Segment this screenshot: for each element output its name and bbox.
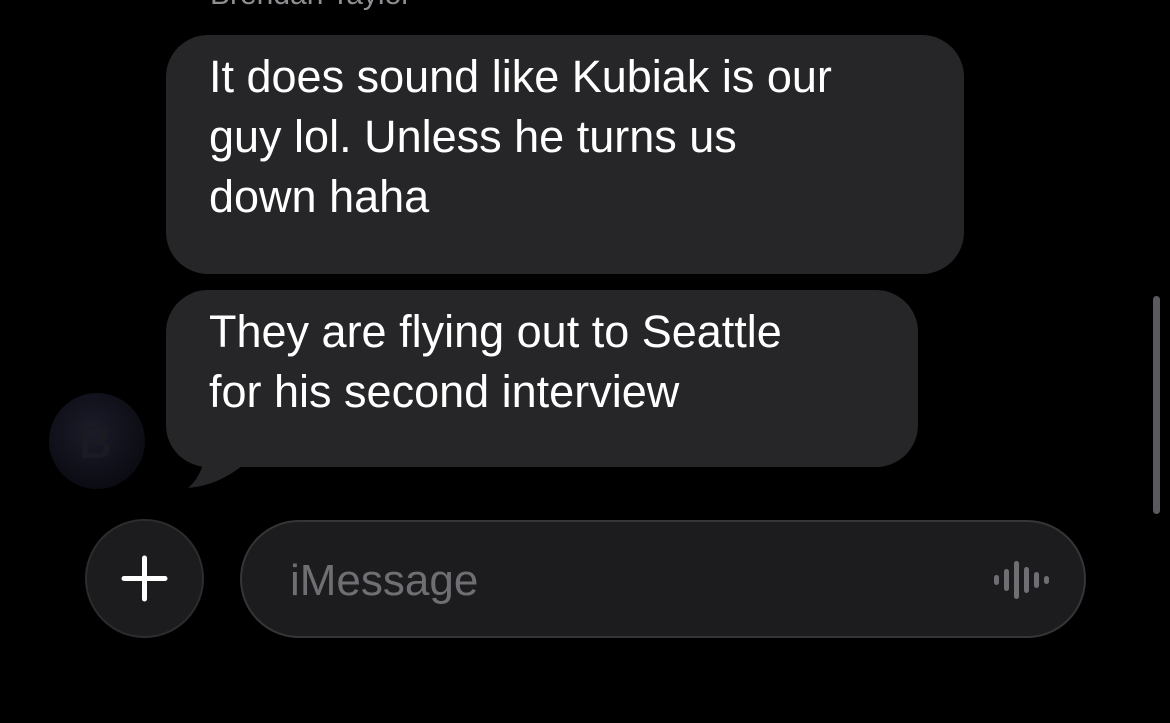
message-input-placeholder: iMessage bbox=[290, 556, 479, 605]
bubble-tail bbox=[188, 430, 242, 488]
plus-icon bbox=[121, 555, 168, 602]
message-text-line: guy lol. Unless he turns us bbox=[209, 111, 737, 162]
avatar[interactable]: B bbox=[49, 393, 145, 489]
message-text-line: down haha bbox=[209, 171, 430, 222]
add-attachment-button[interactable] bbox=[85, 519, 204, 638]
message-text-line: It does sound like Kubiak is our bbox=[209, 51, 832, 102]
avatar-initial: B bbox=[79, 416, 113, 468]
message-text-line: for his second interview bbox=[209, 366, 680, 417]
audio-waveform-icon[interactable] bbox=[994, 561, 1050, 599]
message-bubble[interactable]: It does sound like Kubiak is our guy lol… bbox=[166, 35, 964, 274]
scrollbar[interactable] bbox=[1153, 296, 1160, 514]
message-text-line: They are flying out to Seattle bbox=[209, 306, 782, 357]
sender-name: Brendan Taylor bbox=[210, 0, 411, 12]
message-input[interactable]: iMessage bbox=[240, 520, 1086, 638]
message-bubble[interactable]: They are flying out to Seattle for his s… bbox=[166, 290, 918, 467]
